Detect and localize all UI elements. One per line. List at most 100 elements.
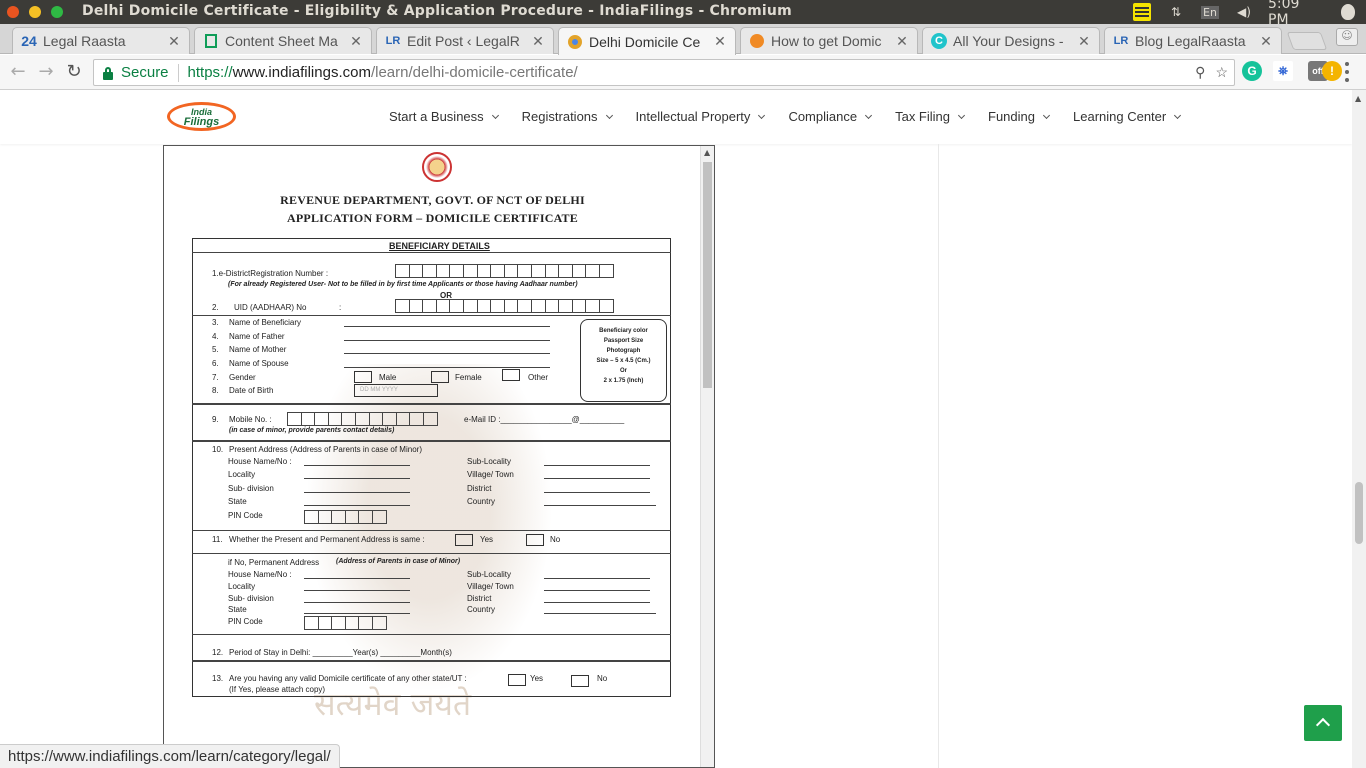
form-title-line2: APPLICATION FORM – DOMICILE CERTIFICATE [287, 211, 578, 225]
field-email: e-Mail ID :________________@__________ [464, 415, 625, 424]
field-same-address: Whether the Present and Permanent Addres… [229, 535, 425, 544]
extension-person-icon[interactable]: ⛯ [1273, 61, 1293, 81]
scroll-up-arrow-icon[interactable]: ▲ [1355, 94, 1361, 103]
tab-close-icon[interactable]: ✕ [531, 33, 545, 50]
fill-line [304, 465, 410, 466]
fill-line [304, 590, 410, 591]
field-present-address: Present Address (Address of Parents in c… [229, 445, 422, 454]
tab-close-icon[interactable]: ✕ [349, 33, 363, 50]
perm-state: State [228, 605, 247, 614]
tab-strip: 24 Legal Raasta ✕ Content Sheet Ma ✕ LR … [0, 24, 1366, 55]
secure-label[interactable]: Secure [121, 64, 169, 81]
tab-legal-raasta[interactable]: 24 Legal Raasta ✕ [12, 27, 190, 54]
reload-button[interactable]: ↻ [64, 62, 84, 82]
tab-close-icon[interactable]: ✕ [713, 33, 727, 50]
colon: : [339, 303, 342, 312]
menu-start-a-business[interactable]: Start a Business [389, 109, 499, 124]
legalraasta-lr-icon: LR [385, 35, 401, 47]
rule [192, 553, 671, 554]
tab-close-icon[interactable]: ✕ [895, 33, 909, 50]
new-tab-button[interactable] [1286, 32, 1328, 50]
forward-button[interactable]: → [36, 62, 56, 82]
browser-menu-icon[interactable] [1344, 62, 1350, 82]
row-num: 9. [212, 415, 219, 424]
logo-line1: India [190, 106, 212, 117]
viewer-scrollbar[interactable]: ▲ [700, 146, 714, 767]
chevron-down-icon [865, 111, 873, 119]
field-uid-label: UID (AADHAAR) No [234, 303, 307, 312]
fill-line [544, 492, 650, 493]
tab-label: Legal Raasta [43, 33, 126, 49]
tab-how-to-get-domicile[interactable]: How to get Domic ✕ [740, 27, 918, 54]
menu-funding[interactable]: Funding [988, 109, 1051, 124]
window-maximize-button[interactable] [51, 6, 63, 18]
rule [192, 440, 671, 442]
volume-icon[interactable]: ◀) [1234, 3, 1254, 21]
perm-subdivision: Sub- division [228, 594, 274, 603]
menu-label: Funding [988, 109, 1035, 124]
perm-pincode: PIN Code [228, 617, 263, 626]
fill-line [304, 578, 410, 579]
window-minimize-button[interactable] [29, 6, 41, 18]
addr-subdivision: Sub- division [228, 484, 274, 493]
lock-icon[interactable] [102, 66, 114, 80]
embedded-document-viewer[interactable]: सत्यमेव जयते REVENUE DEPARTMENT, GOVT. O… [163, 145, 715, 768]
window-close-button[interactable] [7, 6, 19, 18]
profile-icon[interactable]: ☺ [1336, 28, 1358, 46]
viewer-scrollbar-thumb[interactable] [703, 162, 712, 388]
rule [192, 634, 671, 635]
keyboard-layout-label: En [1201, 5, 1219, 19]
field-period-of-stay: Period of Stay in Delhi: _________Year(s… [229, 648, 452, 657]
tab-blog-legalraasta[interactable]: LR Blog LegalRaasta ✕ [1104, 27, 1282, 54]
notes-icon[interactable] [1132, 3, 1152, 21]
tab-close-icon[interactable]: ✕ [1259, 33, 1273, 50]
menu-compliance[interactable]: Compliance [788, 109, 873, 124]
bookmark-star-icon[interactable]: ☆ [1215, 64, 1228, 81]
url-path: /learn/delhi-domicile-certificate/ [370, 64, 578, 81]
keyboard-layout-icon[interactable]: En [1200, 3, 1220, 21]
photo-line: Or [619, 368, 627, 374]
menu-learning-center[interactable]: Learning Center [1073, 109, 1182, 124]
tab-label: Delhi Domicile Ce [589, 33, 701, 50]
menu-registrations[interactable]: Registrations [522, 109, 613, 124]
zoom-icon[interactable]: ⚲ [1195, 64, 1205, 81]
address-bar[interactable]: Secure https://www.indiafilings.com/lear… [93, 59, 1235, 86]
row-num: 10. [212, 445, 224, 454]
same-yes-label: Yes [480, 535, 494, 544]
field-gender: Gender [229, 373, 256, 382]
page-scrollbar[interactable]: ▲ [1352, 90, 1366, 768]
chevron-up-icon [1315, 717, 1331, 733]
menu-intellectual-property[interactable]: Intellectual Property [636, 109, 766, 124]
tab-delhi-domicile[interactable]: Delhi Domicile Ce ✕ [558, 27, 736, 55]
fill-line [344, 340, 550, 341]
back-to-top-button[interactable] [1304, 705, 1342, 741]
apple-menu-icon[interactable] [1338, 3, 1358, 21]
grammarly-icon[interactable]: G [1242, 61, 1262, 81]
legalraasta-lr-icon: LR [1113, 35, 1129, 47]
fill-line [544, 602, 650, 603]
url-host: www.indiafilings.com [232, 64, 371, 81]
fill-line [304, 613, 410, 614]
same-no-label: No [550, 535, 561, 544]
tab-close-icon[interactable]: ✕ [167, 33, 181, 50]
field-edistrict-note: (For already Registered User- Not to be … [228, 281, 578, 288]
gender-male-label: Male [379, 373, 397, 382]
tab-all-your-designs[interactable]: C All Your Designs - ✕ [922, 27, 1100, 54]
fill-line [304, 492, 410, 493]
tab-content-sheet[interactable]: Content Sheet Ma ✕ [194, 27, 372, 54]
scroll-up-arrow-icon[interactable]: ▲ [704, 148, 710, 157]
page-scrollbar-thumb[interactable] [1355, 482, 1363, 544]
indiafilings-logo[interactable]: India Filings [167, 102, 236, 131]
perm-country: Country [467, 605, 496, 614]
menu-tax-filing[interactable]: Tax Filing [895, 109, 966, 124]
field-beneficiary-name: Name of Beneficiary [229, 318, 302, 327]
chevron-down-icon [957, 111, 966, 119]
tab-edit-post[interactable]: LR Edit Post ‹ LegalR ✕ [376, 27, 554, 54]
network-icon[interactable]: ⇅ [1166, 3, 1186, 21]
chrome-icon [567, 34, 583, 50]
fill-line [344, 326, 550, 327]
alert-icon[interactable]: ! [1322, 61, 1342, 81]
back-button[interactable]: ← [8, 62, 28, 82]
tab-close-icon[interactable]: ✕ [1077, 33, 1091, 50]
edistrict-number-boxes [395, 264, 614, 278]
